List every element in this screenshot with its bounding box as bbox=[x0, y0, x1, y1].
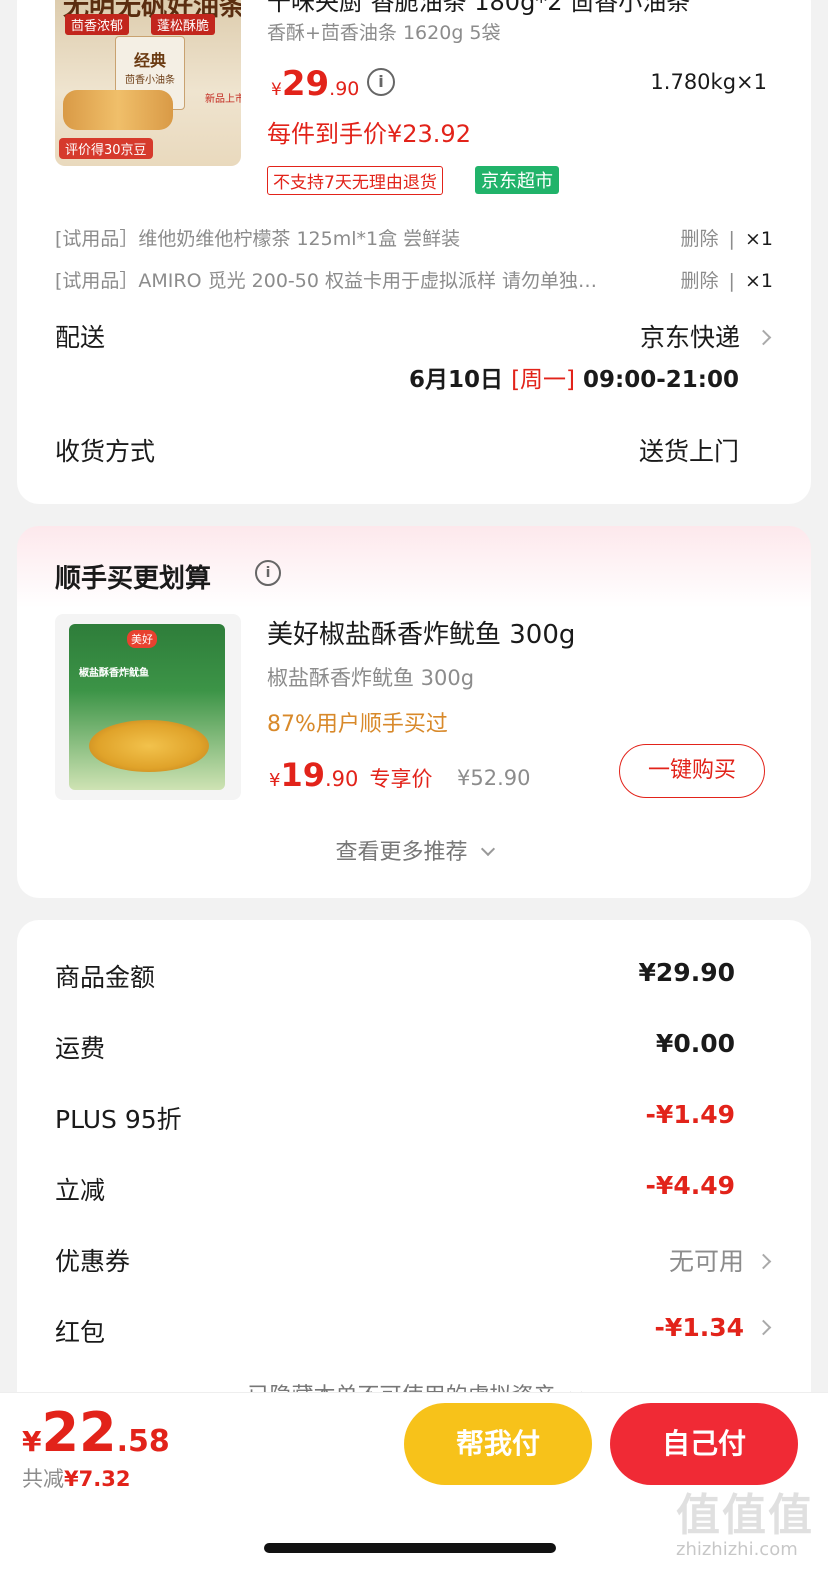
delivery-window: 09:00-21:00 bbox=[583, 367, 739, 393]
total-decimal: .58 bbox=[116, 1424, 170, 1459]
delivery-time[interactable]: 6月10日 [周一] 09:00-21:00 bbox=[409, 360, 739, 394]
product-spec: 香酥+茴香油条 1620g 5袋 bbox=[267, 22, 501, 44]
checkout-bar: ¥22.58 共减¥7.32 帮我付 自己付 值值值 zhizhizhi.com bbox=[0, 1392, 828, 1586]
delivery-method: 京东快递 bbox=[640, 323, 741, 352]
separator: | bbox=[728, 270, 735, 292]
receive-method-label: 收货方式 bbox=[55, 437, 156, 466]
summary-row-amount: -¥1.49 bbox=[645, 1100, 735, 1129]
summary-row-label: 立减 bbox=[55, 1176, 106, 1205]
price-symbol: ¥ bbox=[271, 80, 282, 100]
trial-item-2: [试用品］AMIRO 觅光 200-50 权益卡用于虚拟派样 请勿单独… bbox=[55, 270, 598, 292]
summary-row-amount: 无可用 bbox=[668, 1247, 744, 1276]
summary-row-amount: ¥29.90 bbox=[638, 958, 735, 987]
info-icon[interactable]: i bbox=[255, 560, 281, 586]
upsell-price-decimal: .90 bbox=[324, 767, 359, 791]
chevron-right-icon bbox=[755, 329, 772, 346]
summary-row-value: ¥0.00 bbox=[656, 1029, 735, 1058]
receive-method-value[interactable]: 送货上门 bbox=[639, 432, 739, 468]
thumb-bottom-banner: 评价得30京豆 bbox=[59, 138, 153, 159]
upsell-bag-label: 椒盐酥香炸鱿鱼 bbox=[79, 668, 149, 679]
weight-quantity: 1.780kg×1 bbox=[650, 70, 767, 94]
summary-row-value: ¥29.90 bbox=[639, 958, 735, 987]
summary-row-label: 商品金额 bbox=[55, 963, 156, 992]
return-policy-badge: 不支持7天无理由退货 bbox=[267, 166, 443, 195]
upsell-price-symbol: ¥ bbox=[269, 770, 281, 791]
delivery-label: 配送 bbox=[55, 323, 106, 352]
trial-item-2-actions: 删除 | ×1 bbox=[680, 266, 773, 293]
trial-item-1: [试用品］维他奶维他柠檬茶 125ml*1盒 尝鲜装 bbox=[55, 228, 461, 250]
home-indicator bbox=[264, 1543, 556, 1553]
upsell-product-stat: 87%用户顺手买过 bbox=[267, 712, 448, 737]
summary-row-amount: -¥4.49 bbox=[645, 1171, 735, 1200]
upsell-bag: 美好 椒盐酥香炸鱿鱼 bbox=[69, 624, 225, 790]
summary-row-value[interactable]: -¥1.34 bbox=[654, 1313, 772, 1342]
total-saved: 共减¥7.32 bbox=[22, 1463, 130, 1493]
one-click-buy-button[interactable]: 一键购买 bbox=[619, 744, 765, 798]
order-card: 无明无矾好油条 茴香浓郁 蓬松酥脆 经典 茴香小油条 新品上市 评价得30京豆 … bbox=[17, 0, 811, 504]
summary-row-value: -¥4.49 bbox=[646, 1171, 735, 1200]
delivery-weekday: [周一] bbox=[511, 367, 576, 393]
upsell-product-title[interactable]: 美好椒盐酥香炸鱿鱼 300g bbox=[267, 614, 575, 651]
price-integer: 29 bbox=[281, 64, 330, 104]
upsell-bag-brand: 美好 bbox=[127, 630, 157, 648]
help-me-pay-button[interactable]: 帮我付 bbox=[404, 1403, 592, 1485]
unit-price: 每件到手价¥23.92 bbox=[267, 120, 471, 148]
upsell-card: 顺手买更划算 i 美好 椒盐酥香炸鱿鱼 美好椒盐酥香炸鱿鱼 300g 椒盐酥香炸… bbox=[17, 526, 811, 898]
watermark-url: zhizhizhi.com bbox=[676, 1539, 798, 1560]
summary-row-amount: ¥0.00 bbox=[655, 1029, 735, 1058]
upsell-price: ¥19.90 专享价 bbox=[269, 756, 432, 794]
upsell-product-thumbnail[interactable]: 美好 椒盐酥香炸鱿鱼 bbox=[55, 614, 241, 800]
saved-value: ¥7.32 bbox=[64, 1467, 131, 1491]
trial-2-qty: ×1 bbox=[744, 270, 773, 292]
thumb-bag-label: 经典 bbox=[133, 51, 166, 70]
upsell-price-integer: 19 bbox=[280, 756, 325, 794]
thumb-tag-2: 蓬松酥脆 bbox=[151, 14, 216, 35]
trial-item-1-actions: 删除 | ×1 bbox=[680, 224, 773, 251]
thumb-bag-sublabel: 茴香小油条 bbox=[125, 75, 175, 86]
upsell-title: 顺手买更划算 bbox=[55, 564, 212, 594]
product-thumbnail[interactable]: 无明无矾好油条 茴香浓郁 蓬松酥脆 经典 茴香小油条 新品上市 评价得30京豆 bbox=[55, 0, 241, 166]
delivery-date: 6月10日 bbox=[409, 367, 504, 393]
delete-trial-2-button[interactable]: 删除 bbox=[680, 270, 718, 292]
chevron-right-icon bbox=[755, 1253, 772, 1270]
thumb-new-tag: 新品上市 bbox=[205, 94, 241, 105]
product-title[interactable]: 千味央厨 香脆油条 180g*2 茴香小油条 bbox=[267, 0, 767, 17]
summary-row-amount: -¥1.34 bbox=[654, 1313, 744, 1342]
chevron-down-icon bbox=[480, 841, 495, 857]
view-more-recommendations[interactable]: 查看更多推荐 bbox=[17, 834, 811, 866]
jd-supermarket-badge: 京东超市 bbox=[475, 166, 559, 194]
chevron-right-icon bbox=[755, 1319, 772, 1336]
upsell-original-price: ¥52.90 bbox=[457, 766, 531, 790]
price-info-icon[interactable]: i bbox=[367, 68, 395, 96]
separator: | bbox=[728, 228, 735, 250]
watermark-logo: 值值值 bbox=[676, 1490, 814, 1541]
total-integer: 22 bbox=[41, 1401, 117, 1464]
thumb-tag-1: 茴香浓郁 bbox=[65, 14, 130, 35]
summary-row-value: -¥1.49 bbox=[646, 1100, 735, 1129]
total-symbol: ¥ bbox=[22, 1425, 42, 1458]
upsell-price-tag: 专享价 bbox=[369, 767, 433, 791]
thumb-fries bbox=[63, 90, 173, 130]
delete-trial-1-button[interactable]: 删除 bbox=[680, 228, 718, 250]
delivery-method-row[interactable]: 京东快递 bbox=[640, 318, 772, 354]
saved-label: 共减 bbox=[22, 1467, 64, 1491]
trial-1-qty: ×1 bbox=[744, 228, 773, 250]
product-price: ¥29.90 bbox=[271, 64, 359, 104]
upsell-product-spec: 椒盐酥香炸鱿鱼 300g bbox=[267, 666, 475, 690]
summary-row-label: 优惠券 bbox=[55, 1247, 131, 1276]
total-price: ¥22.58 bbox=[22, 1401, 170, 1464]
summary-row-label: PLUS 95折 bbox=[55, 1105, 182, 1134]
price-decimal: .90 bbox=[329, 78, 360, 100]
upsell-squid bbox=[89, 720, 209, 772]
summary-row-label: 运费 bbox=[55, 1034, 106, 1063]
summary-row-label: 红包 bbox=[55, 1318, 106, 1347]
summary-row-value[interactable]: 无可用 bbox=[668, 1242, 772, 1278]
view-more-label: 查看更多推荐 bbox=[335, 840, 468, 865]
pay-myself-button[interactable]: 自己付 bbox=[610, 1403, 798, 1485]
